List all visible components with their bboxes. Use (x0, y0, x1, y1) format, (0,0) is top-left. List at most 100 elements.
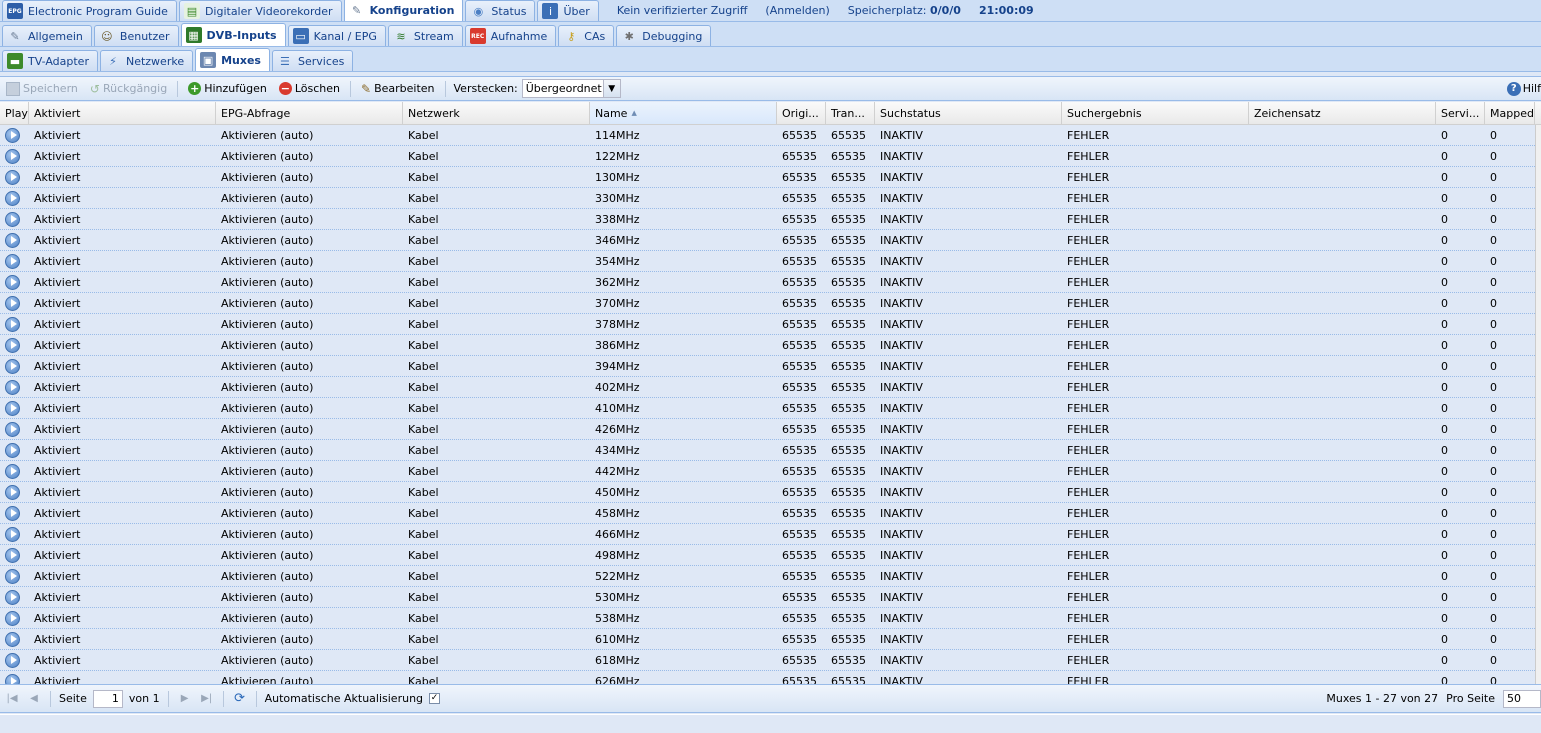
cell-scan-result[interactable]: FEHLER (1062, 251, 1249, 271)
cell-epg[interactable]: Aktivieren (auto) (216, 629, 403, 649)
play-cell[interactable] (0, 293, 29, 313)
cell-tsid[interactable]: 65535 (826, 398, 875, 418)
cell-tsid[interactable]: 65535 (826, 650, 875, 670)
cell-charset[interactable] (1249, 461, 1436, 481)
cell-services[interactable]: 0 (1436, 272, 1485, 292)
cell-tsid[interactable]: 65535 (826, 482, 875, 502)
column-header-scan-status[interactable]: Suchstatus (875, 102, 1062, 124)
page-input[interactable]: 1 (92, 689, 123, 708)
cell-onid[interactable]: 65535 (777, 671, 826, 685)
cell-epg[interactable]: Aktivieren (auto) (216, 125, 403, 145)
play-icon[interactable] (5, 526, 20, 542)
table-row[interactable]: Aktiviert Aktivieren (auto) Kabel 522MHz 655… (0, 566, 1541, 587)
cell-scan-status[interactable]: INAKTIV (875, 482, 1062, 502)
cell-onid[interactable]: 65535 (777, 608, 826, 628)
cell-scan-result[interactable]: FEHLER (1062, 377, 1249, 397)
cell-epg[interactable]: Aktivieren (auto) (216, 188, 403, 208)
table-row[interactable]: Aktiviert Aktivieren (auto) Kabel 618MHz 655… (0, 650, 1541, 671)
per-page-select[interactable]: 50 (1503, 689, 1541, 708)
cell-enabled[interactable]: Aktiviert (29, 398, 216, 418)
cell-services[interactable]: 0 (1436, 251, 1485, 271)
cell-scan-result[interactable]: FEHLER (1062, 608, 1249, 628)
cell-name[interactable]: 410MHz (590, 398, 777, 418)
cell-mapped[interactable]: 0 (1485, 398, 1535, 418)
cell-tsid[interactable]: 65535 (826, 671, 875, 685)
cell-onid[interactable]: 65535 (777, 503, 826, 523)
cell-name[interactable]: 450MHz (590, 482, 777, 502)
table-row[interactable]: Aktiviert Aktivieren (auto) Kabel 394MHz 655… (0, 356, 1541, 377)
cell-mapped[interactable]: 0 (1485, 146, 1535, 166)
cell-scan-status[interactable]: INAKTIV (875, 209, 1062, 229)
cell-onid[interactable]: 65535 (777, 209, 826, 229)
cell-scan-status[interactable]: INAKTIV (875, 167, 1062, 187)
table-row[interactable]: Aktiviert Aktivieren (auto) Kabel 442MHz 655… (0, 461, 1541, 482)
vertical-scrollbar[interactable] (1535, 125, 1541, 684)
cell-scan-status[interactable]: INAKTIV (875, 314, 1062, 334)
play-cell[interactable] (0, 566, 29, 586)
cell-scan-status[interactable]: INAKTIV (875, 335, 1062, 355)
cell-network[interactable]: Kabel (403, 419, 590, 439)
cell-mapped[interactable]: 0 (1485, 419, 1535, 439)
cell-mapped[interactable]: 0 (1485, 503, 1535, 523)
play-icon[interactable] (5, 190, 20, 206)
cell-epg[interactable]: Aktivieren (auto) (216, 419, 403, 439)
table-row[interactable]: Aktiviert Aktivieren (auto) Kabel 362MHz 655… (0, 272, 1541, 293)
play-cell[interactable] (0, 587, 29, 607)
cell-onid[interactable]: 65535 (777, 419, 826, 439)
cell-name[interactable]: 458MHz (590, 503, 777, 523)
cell-charset[interactable] (1249, 650, 1436, 670)
cell-tsid[interactable]: 65535 (826, 608, 875, 628)
cell-onid[interactable]: 65535 (777, 461, 826, 481)
cell-mapped[interactable]: 0 (1485, 272, 1535, 292)
cell-scan-result[interactable]: FEHLER (1062, 461, 1249, 481)
cell-name[interactable]: 530MHz (590, 587, 777, 607)
cell-epg[interactable]: Aktivieren (auto) (216, 524, 403, 544)
play-cell[interactable] (0, 461, 29, 481)
cell-scan-result[interactable]: FEHLER (1062, 566, 1249, 586)
cell-name[interactable]: 370MHz (590, 293, 777, 313)
cell-enabled[interactable]: Aktiviert (29, 377, 216, 397)
cell-enabled[interactable]: Aktiviert (29, 356, 216, 376)
cell-onid[interactable]: 65535 (777, 314, 826, 334)
play-cell[interactable] (0, 188, 29, 208)
cell-mapped[interactable]: 0 (1485, 377, 1535, 397)
cell-tsid[interactable]: 65535 (826, 545, 875, 565)
cell-scan-status[interactable]: INAKTIV (875, 398, 1062, 418)
play-icon[interactable] (5, 253, 20, 269)
play-cell[interactable] (0, 503, 29, 523)
play-icon[interactable] (5, 337, 20, 353)
cell-network[interactable]: Kabel (403, 566, 590, 586)
cell-epg[interactable]: Aktivieren (auto) (216, 146, 403, 166)
cell-charset[interactable] (1249, 398, 1436, 418)
cell-enabled[interactable]: Aktiviert (29, 440, 216, 460)
cell-tsid[interactable]: 65535 (826, 314, 875, 334)
cell-services[interactable]: 0 (1436, 671, 1485, 685)
tab-debugging[interactable]: ✱ Debugging (616, 25, 712, 46)
cell-scan-status[interactable]: INAKTIV (875, 419, 1062, 439)
column-header-charset[interactable]: Zeichensatz (1249, 102, 1436, 124)
cell-mapped[interactable]: 0 (1485, 293, 1535, 313)
table-row[interactable]: Aktiviert Aktivieren (auto) Kabel 434MHz 655… (0, 440, 1541, 461)
cell-epg[interactable]: Aktivieren (auto) (216, 230, 403, 250)
cell-epg[interactable]: Aktivieren (auto) (216, 314, 403, 334)
cell-network[interactable]: Kabel (403, 482, 590, 502)
cell-tsid[interactable]: 65535 (826, 587, 875, 607)
column-header-services[interactable]: Servi... (1436, 102, 1485, 124)
tab-digitaler-videorekorder[interactable]: ▤ Digitaler Videorekorder (178, 0, 342, 21)
play-cell[interactable] (0, 335, 29, 355)
cell-name[interactable]: 610MHz (590, 629, 777, 649)
cell-onid[interactable]: 65535 (777, 440, 826, 460)
play-icon[interactable] (5, 505, 20, 521)
play-icon[interactable] (5, 442, 20, 458)
cell-mapped[interactable]: 0 (1485, 209, 1535, 229)
table-row[interactable]: Aktiviert Aktivieren (auto) Kabel 370MHz 655… (0, 293, 1541, 314)
tab-benutzer[interactable]: ☺ Benutzer (93, 25, 179, 46)
cell-services[interactable]: 0 (1436, 650, 1485, 670)
cell-onid[interactable]: 65535 (777, 272, 826, 292)
play-icon[interactable] (5, 274, 20, 290)
cell-scan-status[interactable]: INAKTIV (875, 125, 1062, 145)
tab-kanal-epg[interactable]: ▭ Kanal / EPG (287, 25, 386, 46)
cell-epg[interactable]: Aktivieren (auto) (216, 545, 403, 565)
play-cell[interactable] (0, 125, 29, 145)
play-cell[interactable] (0, 671, 29, 684)
